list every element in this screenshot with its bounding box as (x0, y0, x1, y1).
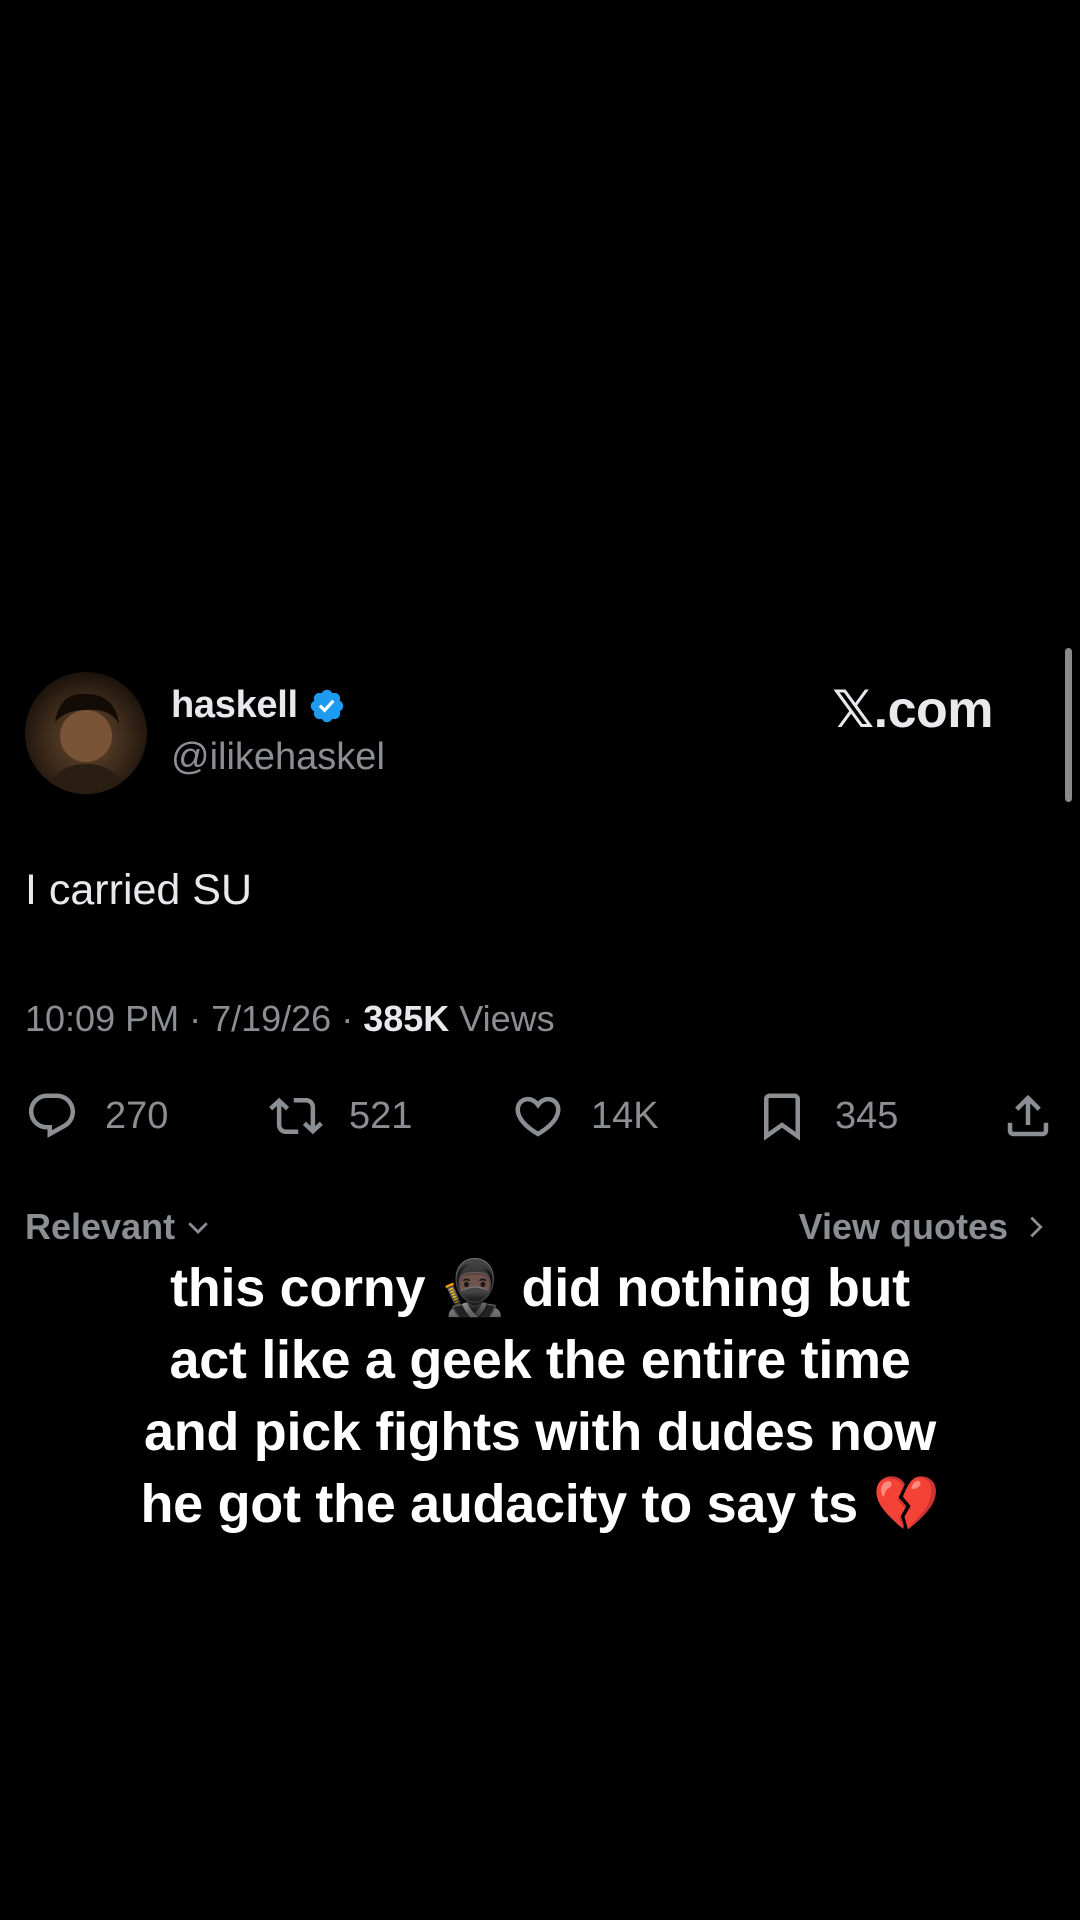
post-time: 10:09 PM (25, 998, 180, 1039)
relevant-sort-dropdown[interactable]: Relevant (25, 1206, 213, 1248)
reply-button[interactable]: 270 (25, 1088, 168, 1144)
name-row: haskell (171, 684, 346, 727)
display-name[interactable]: haskell (171, 684, 298, 727)
like-icon (515, 1096, 561, 1137)
view-quotes-label: View quotes (798, 1206, 1008, 1247)
user-handle[interactable]: @ilikehaskel (171, 736, 385, 779)
like-count: 14K (591, 1094, 659, 1137)
retweet-count: 521 (349, 1094, 413, 1137)
bookmark-count: 345 (835, 1094, 899, 1137)
like-button[interactable]: 14K (511, 1088, 659, 1144)
avatar-image (45, 693, 127, 794)
verified-badge-icon (308, 687, 346, 725)
bookmark-button[interactable]: 345 (755, 1088, 898, 1144)
meta-separator: · (331, 998, 364, 1039)
scrollbar[interactable] (1065, 648, 1072, 802)
share-button[interactable] (1001, 1088, 1055, 1144)
retweet-button[interactable]: 521 (269, 1088, 412, 1144)
retweet-icon (269, 1097, 323, 1135)
bookmark-icon (764, 1093, 800, 1141)
view-quotes-link[interactable]: View quotes (799, 1206, 1050, 1248)
relevant-label: Relevant (25, 1206, 176, 1247)
post-meta: 10:09 PM · 7/19/26 · 385K Views (25, 998, 555, 1040)
action-bar: 270 521 14K 345 (25, 1088, 1055, 1144)
share-icon (1007, 1094, 1049, 1137)
post-date: 7/19/26 (211, 998, 332, 1039)
reply-icon (28, 1093, 76, 1138)
views-label: Views (449, 998, 555, 1039)
views-count[interactable]: 385K (363, 998, 449, 1039)
post-text: I carried SU (25, 866, 253, 914)
chevron-down-icon (188, 1222, 208, 1234)
replies-sort-row: Relevant View quotes (25, 1206, 1050, 1254)
avatar[interactable] (25, 672, 147, 794)
brand-logo-text: 𝕏.com (832, 681, 993, 739)
reply-count: 270 (105, 1094, 169, 1137)
overlay-caption: this corny 🥷🏿 did nothing but act like a… (140, 1258, 940, 1534)
meta-separator: · (179, 998, 212, 1039)
chevron-right-icon (1030, 1216, 1043, 1238)
post-header: haskell @ilikehaskel 𝕏.com (25, 672, 1045, 796)
